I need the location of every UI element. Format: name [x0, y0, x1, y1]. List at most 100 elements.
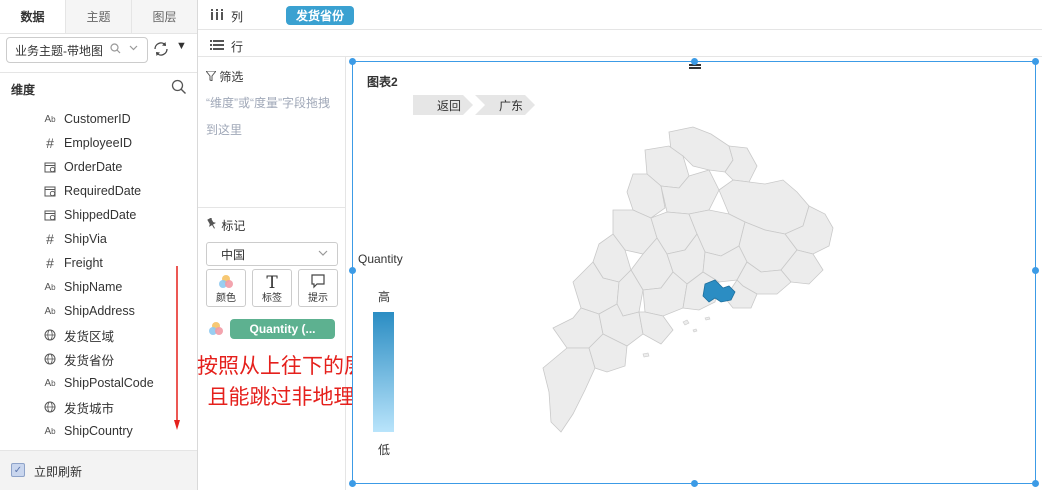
number-field-icon: # — [46, 231, 54, 247]
columns-label-text: 列 — [231, 10, 244, 24]
field-name: ShipVia — [64, 232, 107, 246]
field-item[interactable]: Ab ShipName — [0, 275, 197, 299]
mark-type-value: 中国 — [221, 247, 246, 262]
filter-icon — [204, 70, 219, 84]
rows-shelf-label: 行 — [210, 38, 243, 55]
chart-title: 图表2 — [367, 75, 398, 89]
search-icon — [110, 43, 121, 57]
text-field-icon: Ab — [44, 425, 56, 437]
field-list: Ab CustomerID # EmployeeID OrderDate Required… — [0, 107, 197, 443]
filter-title-text: 筛选 — [219, 70, 244, 84]
field-name: 发货区域 — [64, 329, 115, 344]
resize-handle[interactable] — [1032, 480, 1039, 487]
tooltip-button[interactable]: 提示 — [298, 269, 338, 307]
text-icon: T — [253, 273, 291, 291]
map-region — [542, 347, 596, 433]
field-item[interactable]: 发货城市 — [0, 395, 197, 419]
label-button-label: 标签 — [262, 293, 282, 304]
refresh-icon[interactable] — [152, 40, 170, 58]
label-button[interactable]: T 标签 — [252, 269, 292, 307]
field-item[interactable]: # ShipVia — [0, 227, 197, 251]
color-palette-icon — [207, 273, 245, 291]
field-name: ShipPostalCode — [64, 376, 154, 390]
field-item[interactable]: RequiredDate — [0, 179, 197, 203]
color-button[interactable]: 颜色 — [206, 269, 246, 307]
guangdong-map[interactable] — [533, 122, 853, 442]
legend-high-label: 高 — [378, 290, 391, 304]
breadcrumb-back[interactable]: 返回 — [413, 95, 473, 115]
resize-handle[interactable] — [691, 480, 698, 487]
marks-title-text: 标记 — [221, 219, 246, 233]
field-name: ShipAddress — [64, 304, 135, 318]
mark-type-select[interactable]: 中国 — [206, 242, 338, 266]
resize-handle[interactable] — [1032, 267, 1039, 274]
geo-field-icon — [42, 399, 58, 415]
rows-shelf[interactable]: 行 — [198, 30, 1042, 57]
search-icon[interactable] — [171, 79, 187, 95]
text-field-icon: Ab — [44, 113, 56, 125]
dimension-header: 维度 — [0, 72, 197, 102]
resize-handle[interactable] — [349, 267, 356, 274]
auto-refresh-bar: ✓ 立即刷新 — [0, 450, 197, 490]
geo-field-icon — [42, 351, 58, 367]
field-item[interactable]: # EmployeeID — [0, 131, 197, 155]
field-name: OrderDate — [64, 160, 123, 174]
auto-refresh-checkbox[interactable]: ✓ — [11, 463, 25, 477]
resize-handle[interactable] — [349, 480, 356, 487]
auto-refresh-label: 立即刷新 — [34, 465, 83, 479]
tab-data[interactable]: 数据 — [0, 0, 66, 33]
map-region — [638, 311, 674, 345]
field-item[interactable]: Ab ShipCountry — [0, 419, 197, 443]
date-field-icon — [42, 207, 58, 223]
field-item[interactable]: 发货区域 — [0, 323, 197, 347]
theme-select[interactable]: 业务主题-带地图 — [6, 37, 148, 63]
chevron-down-icon — [317, 247, 329, 262]
filter-drop-hint[interactable]: “维度”或“度量”字段拖拽到这里 — [206, 90, 340, 144]
color-palette-icon — [207, 320, 225, 338]
resize-handle[interactable] — [349, 58, 356, 65]
speech-bubble-icon — [299, 273, 337, 289]
field-name: CustomerID — [64, 112, 131, 126]
tab-layer[interactable]: 图层 — [132, 0, 197, 33]
legend-gradient-bar[interactable] — [373, 312, 394, 432]
field-name: EmployeeID — [64, 136, 133, 150]
column-field-pill[interactable]: 发货省份 — [286, 6, 355, 25]
field-item[interactable]: Ab CustomerID — [0, 107, 197, 131]
field-item[interactable]: OrderDate — [0, 155, 197, 179]
columns-shelf-label: 列 — [210, 8, 243, 25]
theme-select-value: 业务主题-带地图 — [15, 43, 103, 58]
geo-field-icon — [42, 327, 58, 343]
divider — [198, 207, 345, 208]
field-item[interactable]: # Freight — [0, 251, 197, 275]
data-panel: 数据 主题 图层 业务主题-带地图 ▼ 维度 Ab CustomerID # Empl… — [0, 0, 198, 490]
svg-text:T: T — [266, 273, 278, 291]
columns-shelf[interactable]: 列 发货省份 — [198, 0, 1042, 30]
color-button-label: 颜色 — [216, 293, 236, 304]
chart-container[interactable]: 图表2 返回 广东 Quantity 高 低 — [352, 61, 1036, 484]
drill-breadcrumb: 返回 广东 — [413, 95, 537, 115]
tooltip-button-label: 提示 — [308, 293, 328, 304]
text-field-icon: Ab — [44, 377, 56, 389]
text-field-icon: Ab — [44, 305, 56, 317]
rows-icon — [210, 39, 226, 54]
field-name: 发货省份 — [64, 353, 115, 368]
legend-title: Quantity — [358, 252, 403, 266]
field-item[interactable]: 发货省份 — [0, 347, 197, 371]
map-island — [692, 328, 698, 333]
legend-low-label: 低 — [378, 443, 391, 457]
map-island — [642, 352, 650, 358]
filter-marks-panel: 筛选 “维度”或“度量”字段拖拽到这里 标记 中国 颜色 T 标签 提示 Qua… — [198, 57, 346, 490]
field-item[interactable]: Ab ShipPostalCode — [0, 371, 197, 395]
breadcrumb-current[interactable]: 广东 — [475, 95, 535, 115]
pin-icon — [206, 217, 221, 233]
chevron-down-icon — [128, 42, 139, 56]
number-field-icon: # — [46, 135, 54, 151]
dropdown-arrow-icon[interactable]: ▼ — [176, 40, 187, 52]
tab-theme[interactable]: 主题 — [66, 0, 132, 33]
resize-handle[interactable] — [691, 58, 698, 65]
field-name: ShippedDate — [64, 208, 137, 222]
field-item[interactable]: Ab ShipAddress — [0, 299, 197, 323]
resize-handle[interactable] — [1032, 58, 1039, 65]
quantity-field-pill[interactable]: Quantity (... — [230, 319, 335, 339]
field-item[interactable]: ShippedDate — [0, 203, 197, 227]
